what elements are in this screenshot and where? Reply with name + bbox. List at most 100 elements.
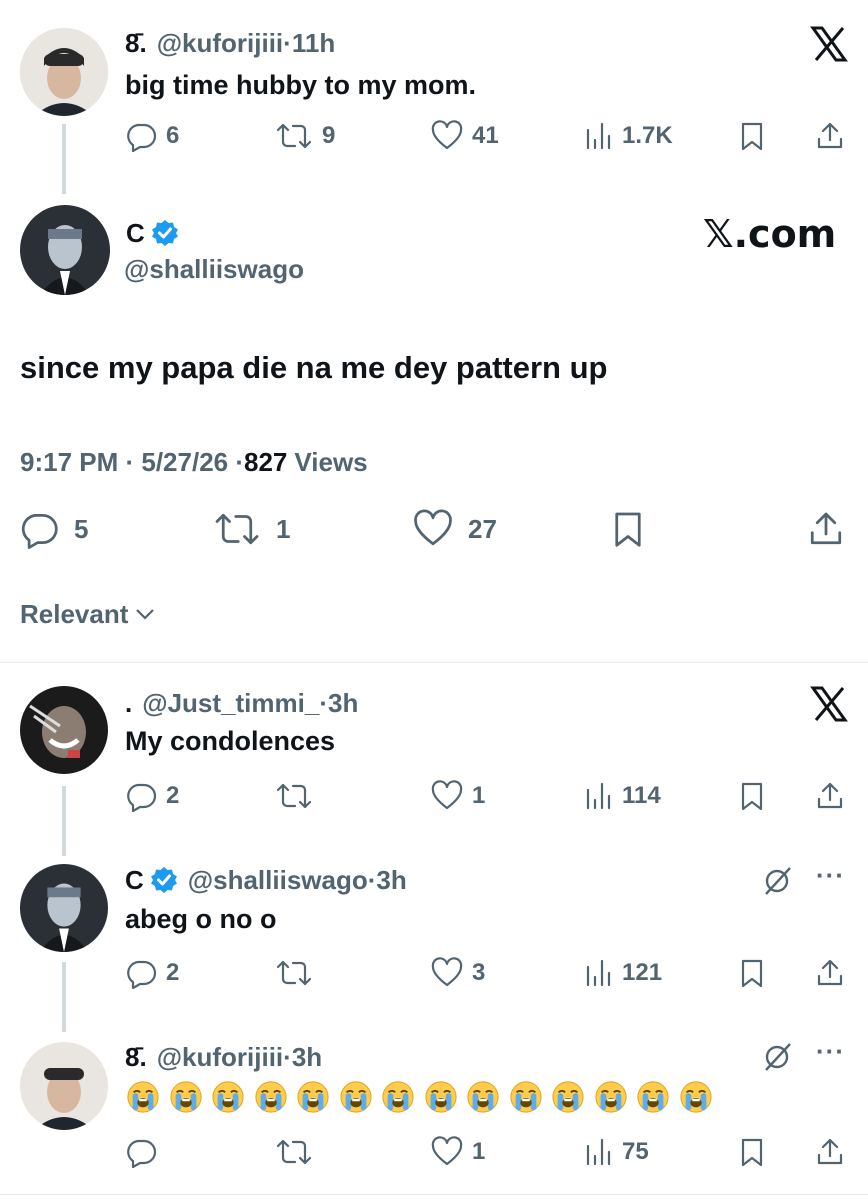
reply-count: 5 (74, 513, 89, 544)
separator: · (367, 864, 377, 895)
repost-button[interactable] (274, 1136, 322, 1168)
user-handle[interactable]: @kuforijiii (157, 1042, 283, 1073)
post-text: big time hubby to my mom. (125, 70, 477, 100)
post-time[interactable]: 3h (292, 1042, 322, 1073)
loudly-crying-face-icon (212, 1081, 244, 1113)
like-count: 41 (472, 122, 499, 149)
display-name[interactable]: 8̄. (125, 1042, 147, 1073)
sort-dropdown[interactable]: Relevant (20, 597, 156, 631)
reply-icon (127, 1139, 157, 1168)
post-text: abeg o no o (125, 904, 277, 934)
reply-button[interactable] (124, 1136, 166, 1168)
share-icon (817, 959, 843, 986)
bookmark-button[interactable] (738, 780, 766, 812)
views-button[interactable]: 121 (584, 957, 662, 989)
display-name[interactable]: C (125, 865, 144, 896)
repost-button[interactable] (274, 780, 322, 812)
user-handle[interactable]: @shalliiswago (124, 254, 304, 285)
share-icon (817, 782, 843, 809)
bookmark-button[interactable] (738, 957, 766, 989)
repost-icon (215, 513, 259, 545)
views-icon (586, 782, 611, 810)
bookmark-button[interactable] (738, 1136, 766, 1168)
display-name[interactable]: 8̄. (125, 28, 147, 59)
separator: · (283, 1041, 292, 1072)
display-name[interactable]: . (125, 688, 132, 719)
reply-button[interactable]: 2 (124, 780, 179, 812)
avatar[interactable] (20, 1042, 108, 1130)
loudly-crying-face-icon (679, 1081, 712, 1113)
reply-count: 6 (166, 122, 180, 149)
avatar-image (20, 864, 108, 952)
separator: · (283, 27, 292, 58)
like-button[interactable]: 3 (430, 957, 485, 989)
post-time[interactable]: 3h (376, 865, 406, 896)
reply-button[interactable]: 5 (18, 509, 88, 549)
views-count: 114 (622, 782, 661, 809)
loudly-crying-face-icon (509, 1081, 542, 1113)
post-time[interactable]: 11h (292, 28, 335, 59)
views-count: 1.7K (622, 122, 673, 149)
loudly-crying-face-icon (339, 1081, 372, 1113)
reply-button[interactable]: 2 (124, 957, 179, 989)
like-button[interactable]: 1 (430, 780, 485, 812)
x-logo-icon[interactable] (810, 686, 848, 726)
views-count: 75 (622, 1138, 649, 1165)
reply-icon (127, 123, 157, 152)
post-text: since my papa die na me dey pattern up (20, 350, 608, 385)
avatar[interactable] (20, 28, 108, 116)
like-count: 3 (472, 959, 486, 986)
bookmark-icon (615, 512, 641, 547)
repost-button[interactable]: 1 (212, 509, 290, 549)
reply-icon (127, 783, 157, 812)
views-button[interactable]: 114 (584, 780, 661, 812)
reply-button[interactable]: 6 (124, 120, 179, 152)
repost-count: 9 (322, 122, 336, 149)
like-button[interactable]: 1 (430, 1136, 485, 1168)
divider (0, 1194, 868, 1195)
post-emoji-row (126, 1080, 721, 1120)
bookmark-button[interactable] (738, 120, 766, 152)
avatar[interactable] (20, 864, 108, 952)
grok-icon[interactable] (762, 1040, 794, 1077)
like-button[interactable]: 41 (430, 120, 499, 152)
post-text: My condolences (125, 726, 336, 756)
reply-icon (21, 514, 58, 549)
loudly-crying-face-icon (424, 1081, 457, 1113)
avatar[interactable] (20, 686, 108, 774)
share-button[interactable] (814, 1136, 846, 1168)
post-time[interactable]: 3h (328, 688, 358, 719)
share-button[interactable] (806, 509, 846, 549)
watermark: 𝕏.com (703, 212, 837, 256)
reply-icon (127, 960, 157, 989)
divider (0, 662, 868, 663)
loudly-crying-face-icon (297, 1081, 329, 1113)
loudly-crying-face-icon (254, 1081, 287, 1113)
more-icon[interactable]: ··· (816, 1036, 845, 1067)
heart-icon (431, 780, 463, 810)
views-icon (586, 959, 611, 987)
x-logo-icon[interactable] (810, 26, 848, 66)
grok-icon[interactable] (762, 864, 794, 901)
share-button[interactable] (814, 120, 846, 152)
more-icon[interactable]: ··· (816, 860, 845, 891)
loudly-crying-face-icon (594, 1081, 627, 1113)
separator: · (319, 687, 328, 718)
sort-label: Relevant (20, 598, 129, 629)
share-button[interactable] (814, 957, 846, 989)
avatar-image (20, 205, 110, 295)
repost-button[interactable] (274, 957, 322, 989)
bookmark-button[interactable] (610, 509, 646, 549)
post-timestamp[interactable]: 9:17 PM · 5/27/26 · (20, 447, 244, 478)
display-name[interactable]: C (126, 218, 145, 249)
views-button[interactable]: 1.7K (584, 120, 673, 152)
chevron-down-icon (136, 609, 155, 620)
user-handle[interactable]: @kuforijiii (157, 28, 283, 59)
repost-button[interactable]: 9 (274, 120, 335, 152)
user-handle[interactable]: @shalliiswago (188, 865, 368, 896)
views-button[interactable]: 75 (584, 1136, 649, 1168)
share-button[interactable] (814, 780, 846, 812)
avatar[interactable] (20, 205, 110, 295)
user-handle[interactable]: @Just_timmi_ (142, 688, 319, 719)
like-button[interactable]: 27 (412, 509, 497, 549)
